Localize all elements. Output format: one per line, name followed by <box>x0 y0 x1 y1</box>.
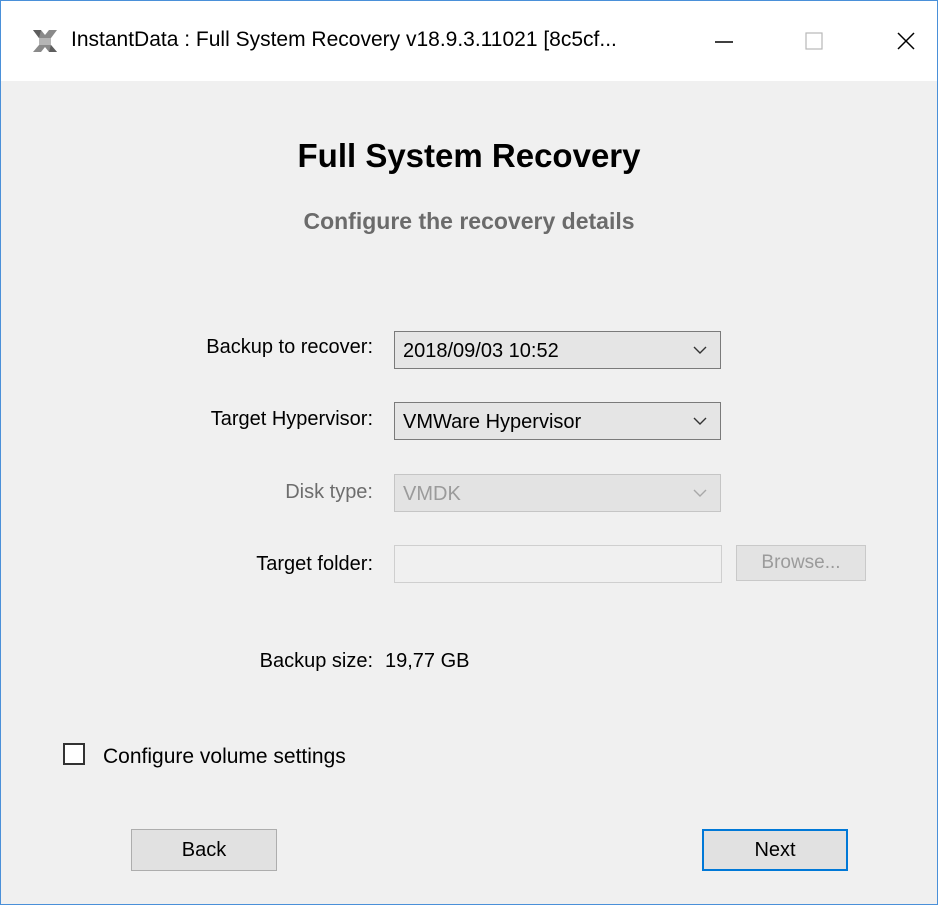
configure-volume-label[interactable]: Configure volume settings <box>103 745 346 769</box>
chevron-down-icon <box>693 489 707 497</box>
disk-type-select[interactable]: VMDK <box>394 474 721 512</box>
backup-select[interactable]: 2018/09/03 10:52 <box>394 331 721 369</box>
recovery-window: InstantData : Full System Recovery v18.9… <box>0 0 938 905</box>
page-subtitle: Configure the recovery details <box>303 208 635 234</box>
hypervisor-select-value: VMWare Hypervisor <box>403 411 582 433</box>
window-title: InstantData : Full System Recovery v18.9… <box>71 28 617 51</box>
disk-type-select-value: VMDK <box>403 483 461 505</box>
configure-volume-checkbox[interactable] <box>63 743 85 765</box>
hypervisor-label: Target Hypervisor: <box>210 408 373 430</box>
minimize-button[interactable] <box>679 1 769 81</box>
chevron-down-icon <box>693 346 707 354</box>
disk-type-label: Disk type: <box>285 481 373 503</box>
target-folder-label: Target folder: <box>256 553 373 575</box>
maximize-icon <box>805 32 823 50</box>
target-folder-input[interactable] <box>394 545 722 583</box>
instantdata-logo-icon <box>31 27 59 55</box>
browse-button[interactable]: Browse... <box>736 545 866 581</box>
minimize-icon <box>715 41 733 43</box>
hypervisor-select[interactable]: VMWare Hypervisor <box>394 402 721 440</box>
chevron-down-icon <box>693 417 707 425</box>
backup-select-value: 2018/09/03 10:52 <box>403 340 559 362</box>
maximize-button[interactable] <box>769 1 859 81</box>
backup-size-value: 19,77 GB <box>385 650 470 672</box>
backup-label: Backup to recover: <box>206 336 373 358</box>
page-title: Full System Recovery <box>297 137 641 174</box>
next-button[interactable]: Next <box>702 829 848 871</box>
title-bar[interactable]: InstantData : Full System Recovery v18.9… <box>1 1 937 81</box>
back-button[interactable]: Back <box>131 829 277 871</box>
close-button[interactable] <box>859 1 937 81</box>
close-icon <box>897 32 915 50</box>
backup-size-label: Backup size: <box>259 650 373 672</box>
